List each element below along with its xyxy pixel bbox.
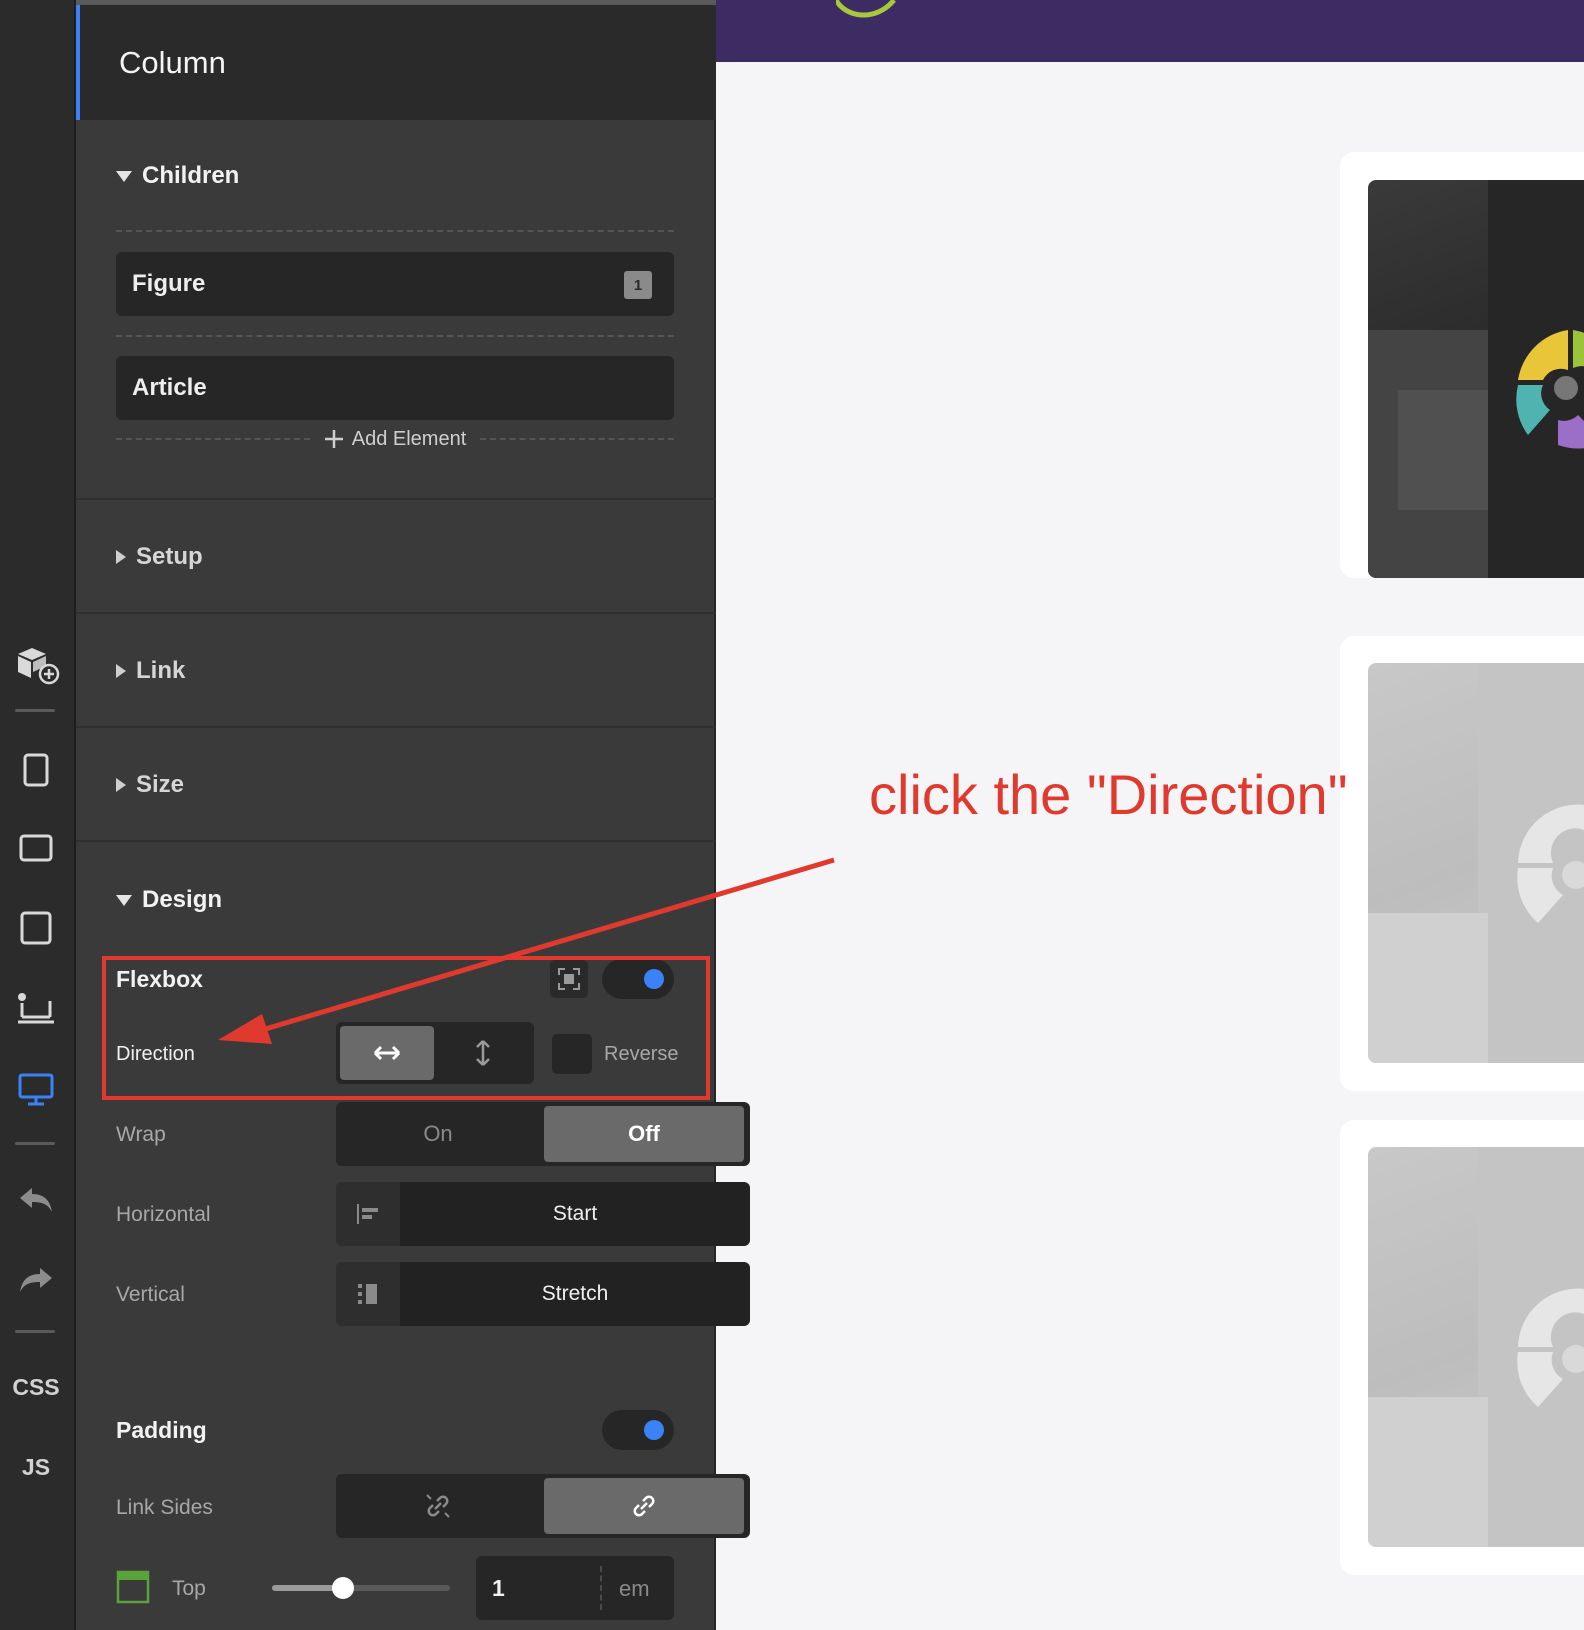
preview-image <box>1368 663 1584 1063</box>
tablet-landscape-icon[interactable] <box>0 828 72 868</box>
child-item-article[interactable]: Article <box>116 356 674 420</box>
add-element-label: Add Element <box>351 427 467 450</box>
preview-image <box>1368 1147 1584 1547</box>
unlink-sides-button[interactable] <box>336 1474 540 1538</box>
padding-top-unit: em <box>619 1576 650 1601</box>
desktop-icon[interactable] <box>0 1070 72 1110</box>
child-item-label: Article <box>132 374 207 401</box>
element-settings-panel: Column Children Figure 1 Article Add Ele… <box>76 0 750 1630</box>
caret-right-icon <box>116 664 126 678</box>
padding-top-label: Top <box>172 1577 206 1600</box>
preview-image <box>1368 180 1584 578</box>
undo-icon[interactable] <box>0 1180 72 1220</box>
section-divider <box>76 726 716 728</box>
caret-right-icon <box>116 550 126 564</box>
align-stretch-icon <box>336 1262 400 1326</box>
horizontal-align-select[interactable]: Start <box>336 1182 750 1246</box>
link-sides-button[interactable] <box>544 1478 744 1534</box>
horizontal-align-value: Start <box>552 1202 598 1225</box>
image-placeholder-light <box>1368 1147 1584 1547</box>
link-icon <box>633 1495 655 1517</box>
tablet-icon[interactable] <box>0 908 72 948</box>
section-divider <box>76 612 716 614</box>
dashed-divider <box>116 335 674 337</box>
js-button[interactable]: JS <box>0 1450 72 1484</box>
image-placeholder-light <box>1368 663 1584 1063</box>
site-header-preview <box>716 0 1584 62</box>
panel-title: Column <box>119 45 226 80</box>
align-start-icon <box>336 1182 400 1246</box>
toggle-knob <box>644 1420 664 1440</box>
section-setup-label: Setup <box>136 543 203 570</box>
vertical-align-value: Stretch <box>541 1282 609 1305</box>
vertical-label: Vertical <box>116 1283 185 1306</box>
child-item-figure[interactable]: Figure 1 <box>116 252 674 316</box>
wrap-label: Wrap <box>116 1123 166 1146</box>
padding-label: Padding <box>116 1417 207 1443</box>
section-size-label: Size <box>136 771 185 798</box>
vertical-align-select[interactable]: Stretch <box>336 1262 750 1326</box>
section-design[interactable]: Design <box>116 886 222 914</box>
section-divider <box>76 840 716 842</box>
mobile-icon[interactable] <box>0 750 72 790</box>
wrap-off-button[interactable]: Off <box>544 1106 744 1162</box>
padding-top-side-icon <box>116 1570 150 1609</box>
plus-icon <box>324 430 343 448</box>
annotation-text: click the "Direction" <box>869 763 1348 826</box>
caret-down-icon <box>116 894 132 906</box>
horizontal-label: Horizontal <box>116 1203 211 1226</box>
section-design-label: Design <box>142 886 223 913</box>
laptop-icon[interactable] <box>0 988 72 1028</box>
add-element-button[interactable]: Add Element <box>310 428 481 451</box>
wrap-on-button[interactable]: On <box>336 1102 540 1166</box>
toolbar-separator <box>15 1330 55 1333</box>
padding-top-input[interactable]: 1 em <box>476 1556 674 1620</box>
wrap-segmented-control: On Off <box>336 1102 750 1166</box>
caret-down-icon <box>116 170 132 182</box>
section-size[interactable]: Size <box>116 771 184 799</box>
add-block-icon[interactable] <box>0 642 72 686</box>
section-children-label: Children <box>142 162 240 189</box>
link-sides-label: Link Sides <box>116 1496 213 1519</box>
toolbar-separator <box>15 709 55 712</box>
section-link-label: Link <box>136 657 186 684</box>
logo-arc-icon <box>836 0 896 18</box>
section-link[interactable]: Link <box>116 657 185 685</box>
unlink-icon <box>426 1494 450 1518</box>
padding-top-value: 1 <box>492 1575 505 1601</box>
panel-header: Column <box>76 5 716 120</box>
annotation-highlight-box <box>102 956 710 1100</box>
link-sides-segmented-control <box>336 1474 750 1538</box>
left-toolbar: CSS JS <box>0 0 76 1630</box>
child-count-badge: 1 <box>624 271 652 299</box>
section-children[interactable]: Children <box>116 162 239 190</box>
section-setup[interactable]: Setup <box>116 543 203 571</box>
padding-top-slider[interactable] <box>272 1577 450 1599</box>
child-item-label: Figure <box>132 270 206 297</box>
redo-icon[interactable] <box>0 1260 72 1300</box>
css-button[interactable]: CSS <box>0 1370 72 1404</box>
dashed-divider <box>116 230 674 232</box>
section-divider <box>76 498 716 500</box>
slider-thumb[interactable] <box>332 1577 355 1599</box>
add-element-row: Add Element <box>116 424 675 454</box>
padding-toggle[interactable] <box>602 1410 674 1450</box>
toolbar-separator <box>15 1142 55 1145</box>
caret-right-icon <box>116 778 126 792</box>
image-placeholder-dark <box>1368 180 1584 578</box>
